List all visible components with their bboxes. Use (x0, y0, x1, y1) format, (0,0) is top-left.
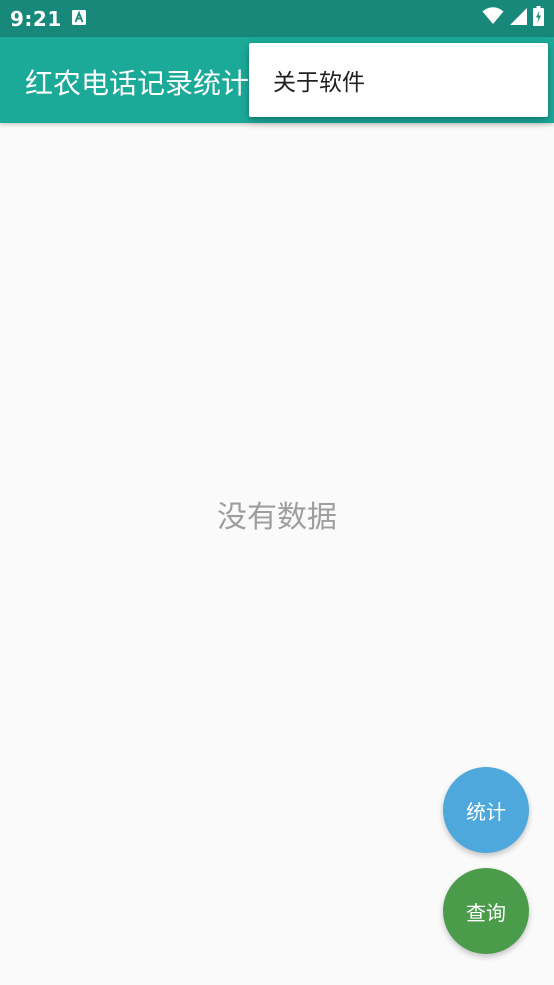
status-icons (482, 6, 544, 30)
app-title: 红农电话记录统计 (25, 67, 250, 100)
android-a-icon (72, 10, 86, 25)
status-time: 9:21 (10, 7, 62, 31)
screen: 9:21 红农电话记录统计 关于软件 没有数据 统计 查询 (0, 0, 554, 985)
query-button[interactable]: 查询 (443, 868, 529, 954)
battery-charging-icon (533, 6, 544, 30)
stats-button[interactable]: 统计 (443, 767, 529, 853)
query-button-label: 查询 (466, 900, 506, 925)
status-bar: 9:21 (0, 0, 554, 37)
overflow-menu: 关于软件 (249, 43, 548, 117)
stats-button-label: 统计 (466, 799, 506, 824)
signal-icon (510, 7, 527, 29)
menu-item-about[interactable]: 关于软件 (249, 43, 548, 117)
empty-state-text: 没有数据 (217, 500, 337, 535)
wifi-icon (482, 7, 504, 29)
